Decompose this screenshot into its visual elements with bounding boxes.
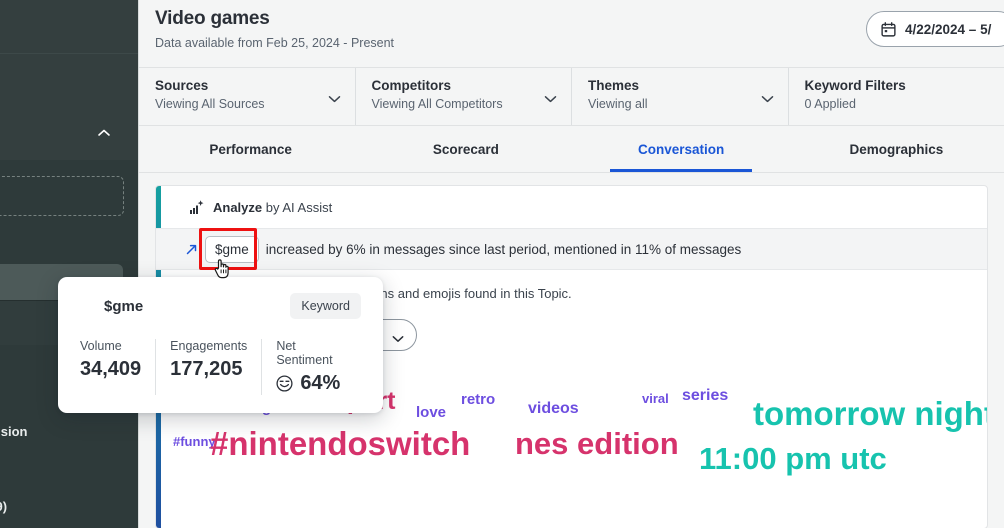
stat-volume: Volume 34,409: [76, 339, 155, 395]
word-cloud-term[interactable]: tomorrow night: [753, 397, 988, 430]
tab-scorecard[interactable]: Scorecard: [358, 126, 573, 172]
word-cloud-term[interactable]: love: [416, 405, 446, 420]
keyword-chip-wrapper: $gme: [205, 236, 259, 263]
keyword-chip-gme[interactable]: $gme: [205, 236, 259, 263]
stat-engagements: Engagements 177,205: [155, 339, 261, 395]
app-root: nclusion -19) Video games Data available…: [0, 0, 1004, 528]
filter-themes-label: Themes: [588, 78, 772, 93]
stat-engagements-value: 177,205: [170, 358, 247, 381]
filter-bar: Sources Viewing All Sources Competitors …: [139, 68, 1004, 126]
ai-assist-title: Analyze: [213, 200, 262, 215]
filter-competitors-value: Viewing All Competitors: [372, 97, 556, 111]
chevron-down-icon: [392, 331, 404, 339]
word-cloud-term[interactable]: #nintendoswitch: [210, 427, 470, 460]
stat-engagements-label: Engagements: [170, 339, 247, 353]
sidebar-truncated-label-2: -19): [0, 499, 139, 514]
tab-performance[interactable]: Performance: [143, 126, 358, 172]
filter-competitors[interactable]: Competitors Viewing All Competitors: [356, 68, 573, 125]
filter-keyword-filters-value: 0 Applied: [805, 97, 989, 111]
sidebar-truncated-label-1: nclusion: [0, 424, 139, 439]
tooltip-stats: Volume 34,409 Engagements 177,205 Net Se…: [76, 339, 365, 395]
smiley-face-icon: [276, 375, 293, 392]
stat-volume-label: Volume: [80, 339, 141, 353]
status-badge: Keyword: [290, 293, 361, 319]
word-cloud-term[interactable]: 11:00 pm utc: [699, 443, 887, 474]
stat-net-sentiment: Net Sentiment 64%: [261, 339, 365, 395]
tooltip-header: $gme Keyword: [76, 293, 365, 319]
chevron-down-icon[interactable]: [544, 90, 557, 98]
tab-demographics[interactable]: Demographics: [789, 126, 1004, 172]
stat-net-sentiment-value-wrap: 64%: [276, 372, 351, 395]
stat-net-sentiment-value: 64%: [300, 372, 340, 395]
filter-keyword-filters[interactable]: Keyword Filters 0 Applied: [789, 68, 1004, 125]
word-cloud-term[interactable]: viral: [642, 392, 669, 405]
date-range-picker[interactable]: 4/22/2024 – 5/: [866, 11, 1004, 47]
ai-assist-by: by AI Assist: [262, 200, 332, 215]
ai-assist-header: Analyze by AI Assist: [156, 186, 987, 228]
sidebar-block-top: [0, 0, 139, 53]
filter-sources-label: Sources: [155, 78, 339, 93]
sidebar-dropzone[interactable]: [0, 176, 124, 216]
keyword-tooltip: $gme Keyword Volume 34,409 Engagements 1…: [58, 277, 383, 413]
filter-keyword-filters-label: Keyword Filters: [805, 78, 989, 93]
filter-sources[interactable]: Sources Viewing All Sources: [139, 68, 356, 125]
filter-competitors-label: Competitors: [372, 78, 556, 93]
calendar-icon: [881, 22, 896, 37]
word-cloud-term[interactable]: series: [682, 388, 728, 404]
word-cloud-term[interactable]: retro: [461, 392, 495, 407]
left-sidebar: nclusion -19): [0, 0, 139, 528]
sidebar-block-second: [0, 53, 139, 160]
chevron-up-icon[interactable]: [97, 128, 111, 138]
tab-conversation[interactable]: Conversation: [574, 126, 789, 172]
ai-insight-row: $gme increased by 6% in messages since l…: [156, 228, 987, 270]
tab-bar: Performance Scorecard Conversation Demog…: [139, 126, 1004, 173]
page-header: Video games Data available from Feb 25, …: [139, 0, 1004, 68]
tooltip-term: $gme: [104, 298, 143, 315]
chevron-down-icon[interactable]: [328, 90, 341, 98]
ai-assist-icon: [189, 199, 205, 215]
filter-themes[interactable]: Themes Viewing all: [572, 68, 789, 125]
stat-net-sentiment-label: Net Sentiment: [276, 339, 351, 367]
word-cloud-term[interactable]: videos: [528, 401, 579, 417]
filter-themes-value: Viewing all: [588, 97, 772, 111]
chevron-down-icon[interactable]: [761, 90, 774, 98]
filter-sources-value: Viewing All Sources: [155, 97, 339, 111]
word-cloud-term[interactable]: nes edition: [515, 428, 679, 459]
page-subtitle: Data available from Feb 25, 2024 - Prese…: [155, 36, 988, 50]
trend-up-arrow-icon: [185, 243, 198, 256]
page-title: Video games: [155, 8, 988, 30]
date-range-label: 4/22/2024 – 5/: [905, 22, 991, 37]
ai-insight-text: increased by 6% in messages since last p…: [266, 242, 742, 257]
stat-volume-value: 34,409: [80, 358, 141, 381]
ai-assist-title-strong: Analyze by AI Assist: [213, 200, 332, 215]
main-content: Video games Data available from Feb 25, …: [139, 0, 1004, 528]
